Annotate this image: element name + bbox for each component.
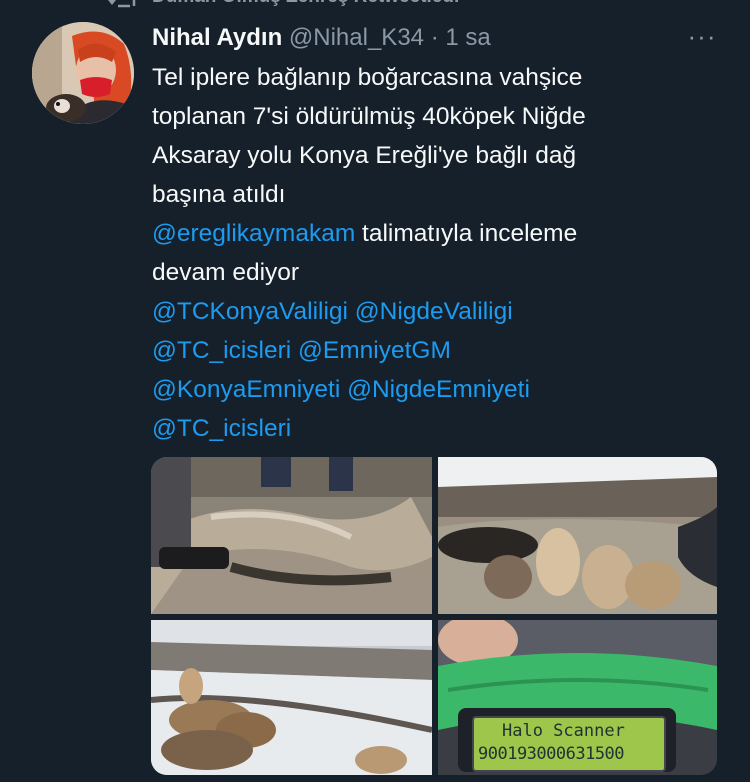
author-handle[interactable]: @Nihal_K34 [289,24,424,51]
media-grid[interactable]: Halo Scanner 900193000631500 [151,457,717,775]
mention-link[interactable]: @TC_icisleri [152,415,291,442]
mention-link[interactable]: @KonyaEmniyeti @NigdeEmniyeti [152,376,530,403]
tweet-text-line: @ereglikaymakam talimatıyla inceleme [152,214,712,253]
retweet-context[interactable]: Duman Olmuş Zehreş Retweetledi [0,0,750,10]
retweet-icon [107,0,138,16]
tweet-text-line: @TC_icisleri [152,409,712,448]
mention-link[interactable]: @TCKonyaValiligi @NigdeValiligi [152,298,513,325]
scanner-label: Halo Scanner [502,721,625,741]
media-photo-1[interactable] [151,457,432,614]
tweet-text-line: devam ediyor [152,253,712,292]
tweet-header: Nihal Aydın @Nihal_K34 · 1 sa [152,22,491,54]
tweet-text-line: @TC_icisleri @EmniyetGM [152,331,712,370]
separator-dot: · [430,24,439,51]
tweet-text-line: Tel iplere bağlanıp boğarcasına vahşice [152,58,712,97]
author-name[interactable]: Nihal Aydın [152,24,282,51]
tweet-text: Tel iplere bağlanıp boğarcasına vahşice t… [152,58,712,448]
tweet-text-segment: başına atıldı [152,181,286,208]
tweet-text-segment: talimatıyla inceleme [355,220,578,247]
tweet-text-line: @KonyaEmniyeti @NigdeEmniyeti [152,370,712,409]
tweet-text-segment: toplanan 7'si öldürülmüş 40köpek Niğde [152,103,586,130]
scanner-number: 900193000631500 [478,744,625,764]
tweet-text-line: başına atıldı [152,175,712,214]
media-photo-4[interactable]: Halo Scanner 900193000631500 [438,620,717,775]
media-photo-3[interactable] [151,620,432,775]
retweet-label: Duman Olmuş Zehreş Retweetledi [152,0,459,8]
avatar[interactable] [32,22,134,124]
tweet-time[interactable]: 1 sa [445,24,490,51]
tweet-text-line: toplanan 7'si öldürülmüş 40köpek Niğde [152,97,712,136]
mention-link[interactable]: @TC_icisleri @EmniyetGM [152,337,451,364]
media-photo-2[interactable] [438,457,717,614]
mention-link[interactable]: @ereglikaymakam [152,220,355,247]
more-horizontal-icon[interactable]: ··· [684,20,720,52]
tweet-text-line: @TCKonyaValiligi @NigdeValiligi [152,292,712,331]
tweet-text-line: Aksaray yolu Konya Ereğli'ye bağlı dağ [152,136,712,175]
tweet-text-segment: Tel iplere bağlanıp boğarcasına vahşice [152,64,583,91]
tweet-text-segment: devam ediyor [152,259,300,286]
tweet-text-segment: Aksaray yolu Konya Ereğli'ye bağlı dağ [152,142,577,169]
scanner-display: Halo Scanner 900193000631500 [472,716,666,772]
